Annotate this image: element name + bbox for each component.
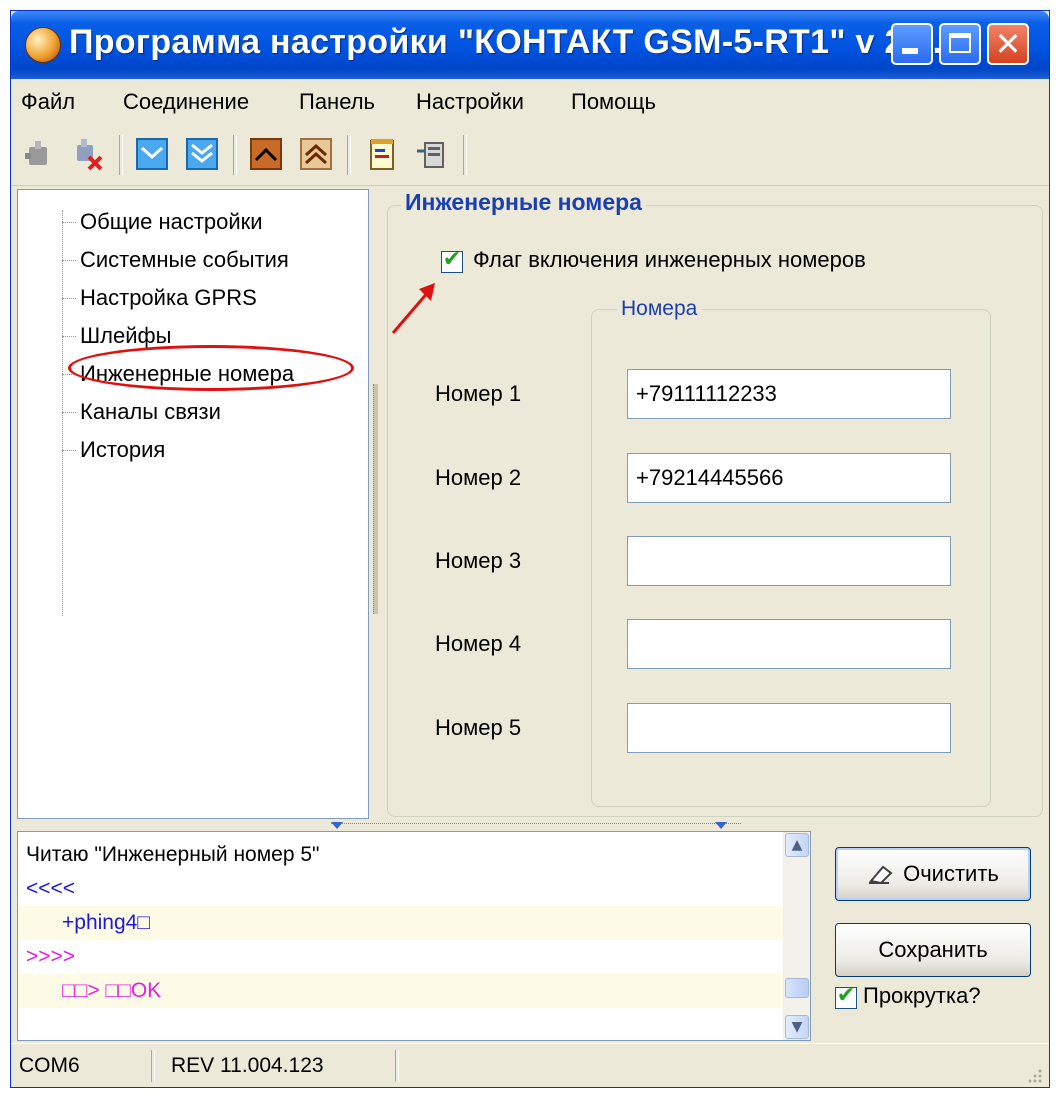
tree-item-system-events[interactable]: Системные события — [62, 242, 289, 278]
scroll-down-icon[interactable]: ▼ — [785, 1015, 809, 1039]
toolbar-separator — [463, 135, 467, 175]
number-2-label: Номер 2 — [435, 465, 522, 490]
number-3-label: Номер 3 — [435, 548, 522, 573]
toolbar-separator — [119, 135, 123, 175]
maximize-icon — [949, 33, 971, 53]
tree-item-history[interactable]: История — [62, 432, 165, 468]
toolbar — [11, 127, 1049, 186]
splitter-arrow-icon — [715, 822, 727, 829]
vertical-splitter[interactable] — [371, 189, 381, 819]
tree-item-general[interactable]: Общие настройки — [62, 204, 263, 240]
number-5-input[interactable] — [627, 703, 951, 753]
tree-item-label: Каналы связи — [80, 399, 221, 424]
tree-item-label: История — [80, 437, 166, 462]
write-icon[interactable] — [247, 135, 285, 173]
number-1-label: Номер 1 — [435, 381, 522, 406]
minimize-button[interactable] — [891, 23, 933, 65]
check-icon: ✔ — [836, 983, 856, 1008]
log-line: >>>> — [26, 945, 76, 968]
menu-help[interactable]: Помощь — [571, 89, 656, 115]
scroll-up-icon[interactable]: ▲ — [785, 833, 809, 857]
toolbar-separator — [347, 135, 351, 175]
log-scrollbar[interactable]: ▲ ▼ — [783, 832, 810, 1040]
menu-settings[interactable]: Настройки — [416, 89, 524, 115]
annotation-arrow-icon — [391, 283, 435, 334]
enable-flag-checkbox[interactable]: ✔ — [441, 247, 463, 273]
log-line: Читаю "Инженерный номер 5" — [26, 843, 320, 866]
menu-file[interactable]: Файл — [21, 89, 75, 115]
connect-icon[interactable] — [21, 135, 59, 173]
menu-panel[interactable]: Панель — [299, 89, 375, 115]
disconnect-icon[interactable] — [69, 135, 107, 173]
tree-item-channels[interactable]: Каналы связи — [62, 394, 221, 430]
status-separator — [151, 1050, 155, 1082]
status-separator — [395, 1050, 399, 1082]
read-icon[interactable] — [133, 135, 171, 173]
number-4-input[interactable] — [627, 619, 951, 669]
app-window: Программа настройки "КОНТАКТ GSM-5-RT1" … — [10, 10, 1050, 1088]
app-icon — [25, 27, 61, 63]
scroll-thumb[interactable] — [785, 978, 809, 998]
menu-bar: Файл Соединение Панель Настройки Помощь — [11, 81, 1049, 125]
clear-button-label: Очистить — [903, 861, 999, 886]
scroll-checkbox-label[interactable]: Прокрутка? — [863, 983, 981, 1009]
close-icon: ✕ — [994, 25, 1022, 63]
close-button[interactable]: ✕ — [987, 23, 1029, 65]
log-line: +phing4□ — [18, 906, 786, 940]
log-line: <<<< — [26, 877, 76, 900]
check-icon: ✔ — [442, 247, 462, 272]
read-all-icon[interactable] — [183, 135, 221, 173]
status-port: COM6 — [19, 1054, 80, 1077]
menu-connection[interactable]: Соединение — [123, 89, 249, 115]
status-bar: COM6 REV 11.004.123 — [11, 1043, 1049, 1088]
eraser-icon — [869, 865, 893, 885]
save-button-label: Сохранить — [878, 937, 988, 962]
number-1-input[interactable]: +79111112233 — [627, 369, 951, 419]
export-icon[interactable] — [413, 135, 451, 173]
toolbar-separator — [233, 135, 237, 175]
group-title: Инженерные номера — [401, 189, 646, 216]
title-bar[interactable]: Программа настройки "КОНТАКТ GSM-5-RT1" … — [11, 11, 1049, 79]
splitter-arrow-icon — [331, 822, 343, 829]
save-button[interactable]: Сохранить — [835, 923, 1031, 977]
maximize-button[interactable] — [939, 23, 981, 65]
tree-item-label: Настройка GPRS — [80, 285, 257, 310]
tree-item-gprs[interactable]: Настройка GPRS — [62, 280, 257, 316]
scroll-checkbox[interactable]: ✔ — [835, 983, 857, 1009]
log-line: □□> □□OK — [18, 974, 786, 1008]
log-panel[interactable]: Читаю "Инженерный номер 5" <<<< +phing4□… — [17, 831, 811, 1041]
splitter-grip — [373, 384, 378, 614]
notepad-icon[interactable] — [363, 135, 401, 173]
tree-item-label: Шлейфы — [80, 323, 172, 348]
number-3-input[interactable] — [627, 536, 951, 586]
number-5-label: Номер 5 — [435, 715, 522, 740]
annotation-circle — [68, 345, 354, 391]
write-all-icon[interactable] — [297, 135, 335, 173]
tree-item-label: Общие настройки — [80, 209, 263, 234]
tree-item-label: Системные события — [80, 247, 289, 272]
enable-flag-label[interactable]: Флаг включения инженерных номеров — [473, 247, 866, 273]
window-title: Программа настройки "КОНТАКТ GSM-5-RT1" … — [69, 23, 962, 61]
resize-grip-icon[interactable] — [1025, 1066, 1043, 1084]
number-2-input[interactable]: +79214445566 — [627, 453, 951, 503]
minimize-icon — [902, 48, 918, 54]
clear-button[interactable]: Очистить — [835, 847, 1031, 901]
status-revision: REV 11.004.123 — [171, 1054, 324, 1077]
numbers-group-title: Номера — [617, 297, 702, 321]
settings-tree[interactable]: Общие настройки Системные события Настро… — [17, 189, 369, 819]
number-4-label: Номер 4 — [435, 631, 522, 656]
